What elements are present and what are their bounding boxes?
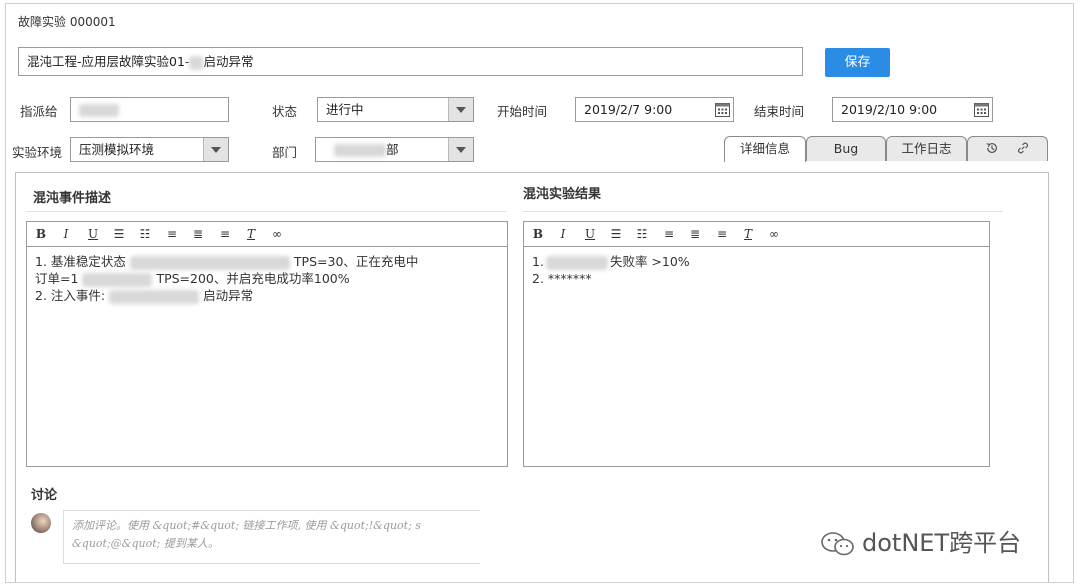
description-line: 1. 基准稳定状态 TPS=30、正在充电中	[35, 253, 418, 270]
description-editor[interactable]: B I U ☰ ☷ ≡ ≣ ≡ T ∞ 1. 基准稳定状态 TPS=30、正在充电…	[26, 221, 508, 467]
right-section-title: 混沌实验结果	[523, 187, 602, 202]
assignee-label: 指派给	[20, 104, 58, 119]
align-right-icon[interactable]: ≡	[217, 226, 233, 242]
result-line: 1. 失败率 >10%	[532, 253, 690, 270]
save-button[interactable]: 保存	[825, 48, 890, 77]
redacted-text	[334, 144, 386, 157]
comment-placeholder-line: &quot;@&quot; 提到某人。	[72, 537, 219, 550]
line-text: 1.	[532, 254, 544, 269]
end-time-value: 2019/2/10 9:00	[841, 102, 938, 117]
description-line: 订单=1 TPS=200、并启充电成功率100%	[35, 270, 418, 287]
wechat-icon	[821, 532, 854, 556]
result-editor[interactable]: B I U ☰ ☷ ≡ ≣ ≡ T ∞ 1. 失败率 >10% 2. ******…	[523, 221, 990, 467]
avatar	[31, 513, 51, 533]
start-time-field[interactable]: 2019/2/7 9:00	[575, 97, 734, 122]
watermark: dotNET跨平台	[820, 523, 1021, 558]
line-text: 启动异常	[203, 288, 254, 303]
bold-icon[interactable]: B	[33, 226, 49, 242]
align-center-icon[interactable]: ≣	[687, 226, 703, 242]
redacted-text	[82, 272, 153, 287]
title-input[interactable]: 混沌工程-应用层故障实验01- 启动异常	[18, 47, 803, 76]
link-icon[interactable]: ∞	[269, 226, 285, 242]
unordered-list-icon[interactable]: ☷	[634, 226, 650, 242]
end-time-field[interactable]: 2019/2/10 9:00	[832, 97, 993, 122]
align-left-icon[interactable]: ≡	[164, 226, 180, 242]
align-left-icon[interactable]: ≡	[661, 226, 677, 242]
department-select[interactable]: 部	[315, 137, 474, 162]
align-right-icon[interactable]: ≡	[714, 226, 730, 242]
description-content: 1. 基准稳定状态 TPS=30、正在充电中 订单=1 TPS=200、并启充电成功…	[35, 253, 418, 304]
bold-icon[interactable]: B	[530, 226, 546, 242]
line-text: TPS=200、并启充电成功率100%	[156, 271, 350, 286]
left-section-title: 混沌事件描述	[33, 191, 112, 206]
title-input-suffix: 启动异常	[203, 54, 254, 69]
department-label: 部门	[272, 145, 298, 160]
start-time-value: 2019/2/7 9:00	[584, 102, 673, 117]
history-icon[interactable]	[985, 141, 999, 155]
tab-bug[interactable]: Bug	[806, 136, 886, 161]
redacted-text	[79, 104, 119, 117]
calendar-icon[interactable]	[973, 101, 990, 118]
tab-work-log[interactable]: 工作日志	[886, 136, 967, 161]
tab-details[interactable]: 详细信息	[724, 136, 806, 162]
ordered-list-icon[interactable]: ☰	[608, 226, 624, 242]
line-text: 失败率 >10%	[609, 254, 690, 269]
state-label: 状态	[272, 104, 298, 119]
env-label: 实验环境	[12, 145, 63, 160]
start-time-label: 开始时间	[497, 104, 548, 119]
ordered-list-icon[interactable]: ☰	[111, 226, 127, 242]
underline-icon[interactable]: U	[85, 226, 101, 242]
tab-history-links[interactable]	[967, 136, 1048, 161]
link-icon[interactable]: ∞	[766, 226, 782, 242]
divider	[26, 211, 506, 212]
line-text: 订单=1	[35, 271, 79, 286]
redacted-text	[129, 255, 290, 270]
align-center-icon[interactable]: ≣	[190, 226, 206, 242]
chevron-down-icon[interactable]	[448, 138, 473, 161]
discussion-title: 讨论	[31, 488, 58, 503]
state-value: 进行中	[326, 102, 364, 117]
chevron-down-icon[interactable]	[448, 98, 473, 121]
page-title: 故障实验 000001	[18, 15, 116, 29]
underline-icon[interactable]: U	[582, 226, 598, 242]
link-icon[interactable]	[1016, 141, 1030, 155]
italic-icon[interactable]: I	[555, 226, 571, 242]
unordered-list-icon[interactable]: ☷	[137, 226, 153, 242]
result-content: 1. 失败率 >10% 2. *******	[532, 253, 690, 287]
state-select[interactable]: 进行中	[317, 97, 474, 122]
redacted-text	[109, 289, 200, 304]
env-value: 压测模拟环境	[79, 142, 155, 157]
editor-toolbar: B I U ☰ ☷ ≡ ≣ ≡ T ∞	[27, 222, 507, 247]
redacted-text	[189, 55, 204, 70]
department-value-suffix: 部	[386, 142, 399, 157]
italic-icon[interactable]: I	[58, 226, 74, 242]
line-text: 2. 注入事件:	[35, 288, 106, 303]
end-time-label: 结束时间	[754, 104, 805, 119]
watermark-text: dotNET跨平台	[862, 529, 1022, 557]
clear-format-icon[interactable]: T	[243, 226, 259, 242]
calendar-icon[interactable]	[714, 101, 731, 118]
redacted-text	[545, 255, 608, 270]
line-text: 2. *******	[532, 271, 592, 286]
editor-toolbar: B I U ☰ ☷ ≡ ≣ ≡ T ∞	[524, 222, 989, 247]
comment-input[interactable]: 添加评论。使用 &quot;#&quot; 链接工作项, 使用 &quot;!&…	[63, 510, 480, 564]
env-select[interactable]: 压测模拟环境	[70, 137, 229, 162]
assignee-field[interactable]	[70, 97, 229, 122]
divider	[523, 211, 1003, 212]
chevron-down-icon[interactable]	[203, 138, 228, 161]
result-line: 2. *******	[532, 270, 690, 287]
description-line: 2. 注入事件: 启动异常	[35, 287, 418, 304]
title-input-prefix: 混沌工程-应用层故障实验01-	[27, 54, 190, 69]
clear-format-icon[interactable]: T	[740, 226, 756, 242]
comment-placeholder-line: 添加评论。使用 &quot;#&quot; 链接工作项, 使用 &quot;!&…	[72, 519, 421, 532]
line-text: TPS=30、正在充电中	[293, 254, 419, 269]
line-text: 1. 基准稳定状态	[35, 254, 126, 269]
